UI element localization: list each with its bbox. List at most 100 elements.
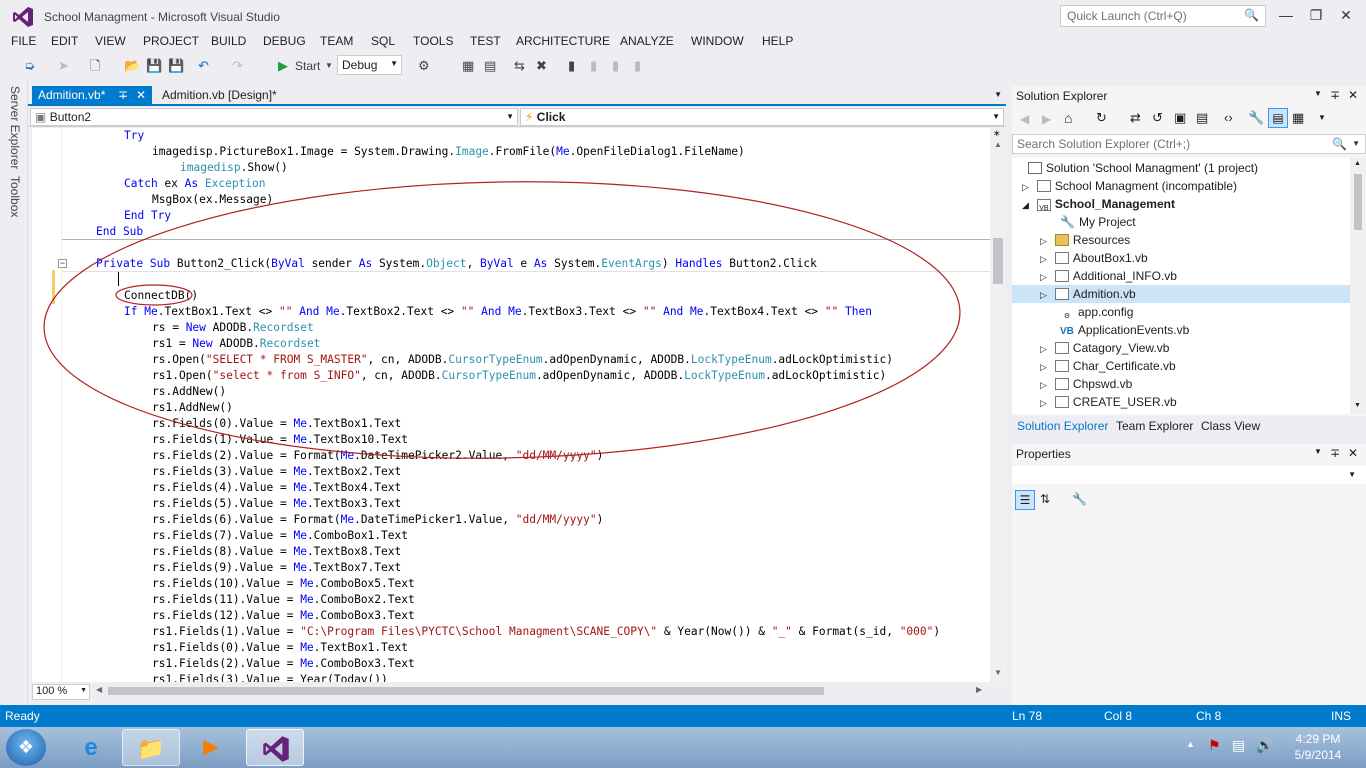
- categorized-icon[interactable]: ☰: [1015, 490, 1035, 510]
- menu-tools[interactable]: TOOLS: [413, 34, 453, 48]
- menu-edit[interactable]: EDIT: [51, 34, 78, 48]
- expand-arrow-icon[interactable]: ▷: [1040, 236, 1047, 246]
- visual-studio-taskbar-icon[interactable]: [246, 729, 304, 766]
- back-icon[interactable]: ◀: [1020, 112, 1029, 126]
- media-player-icon[interactable]: ▶: [182, 729, 240, 766]
- tab-team-explorer[interactable]: Team Explorer: [1116, 419, 1193, 433]
- start-icon[interactable]: ▶: [278, 57, 288, 75]
- network-icon[interactable]: ▤: [1232, 737, 1245, 754]
- tree-item-project[interactable]: ◢ VB School_Management: [1022, 195, 1175, 213]
- menu-file[interactable]: FILE: [11, 34, 36, 48]
- property-pages-icon[interactable]: 🔧: [1072, 492, 1087, 506]
- bookmark-icon[interactable]: ▮: [568, 57, 575, 75]
- collapse-arrow-icon[interactable]: ◢: [1022, 200, 1029, 210]
- refresh-icon[interactable]: ↺: [1152, 110, 1163, 126]
- zoom-select[interactable]: 100 % ▼: [32, 684, 90, 700]
- collapse-all-icon[interactable]: ▣: [1174, 110, 1186, 126]
- expand-arrow-icon[interactable]: ▷: [1040, 398, 1047, 408]
- tree-item-app-config[interactable]: ⚙ app.config: [1060, 303, 1133, 321]
- close-button[interactable]: ✕: [1332, 4, 1360, 26]
- menu-sql[interactable]: SQL: [371, 34, 395, 48]
- sync-icon[interactable]: ⇄: [1130, 110, 1141, 126]
- chevron-down-icon[interactable]: ▼: [1318, 113, 1326, 122]
- expand-arrow-icon[interactable]: ▷: [1022, 182, 1029, 192]
- internet-explorer-icon[interactable]: e: [62, 729, 120, 766]
- menu-analyze[interactable]: ANALYZE: [620, 34, 674, 48]
- menu-project[interactable]: PROJECT: [143, 34, 199, 48]
- object-dropdown[interactable]: ▣ Button2 ▼: [30, 108, 518, 126]
- tree-item-aboutbox[interactable]: ▷ AboutBox1.vb: [1040, 249, 1148, 267]
- tab-solution-explorer[interactable]: Solution Explorer: [1017, 419, 1108, 433]
- solution-configuration-select[interactable]: Debug ▼: [337, 55, 402, 75]
- show-hidden-icons-icon[interactable]: ▲: [1186, 739, 1195, 749]
- scroll-thumb[interactable]: [1354, 174, 1362, 230]
- tab-admition-code[interactable]: Admition.vb* ∓ ✕: [32, 86, 152, 106]
- breakpoint-icon[interactable]: ⇆: [514, 57, 525, 75]
- navigate-forward-icon[interactable]: ➤: [58, 57, 69, 75]
- start-orb-icon[interactable]: ❖: [6, 729, 46, 766]
- open-file-icon[interactable]: 📂: [124, 57, 140, 75]
- tree-item-catagory-view[interactable]: ▷ Catagory_View.vb: [1040, 339, 1169, 357]
- tree-item-chpswd[interactable]: ▷ Chpswd.vb: [1040, 375, 1132, 393]
- expand-arrow-icon[interactable]: ▷: [1040, 362, 1047, 372]
- minimize-button[interactable]: —: [1272, 4, 1300, 26]
- tree-item-resources[interactable]: ▷ Resources: [1040, 231, 1130, 249]
- tree-scrollbar[interactable]: ▲ ▼: [1350, 158, 1366, 414]
- tree-item-project-incompatible[interactable]: ▷ School Managment (incompatible): [1022, 177, 1237, 195]
- close-tab-icon[interactable]: ✕: [136, 88, 146, 102]
- menu-team[interactable]: TEAM: [320, 34, 353, 48]
- tree-item-char-certificate[interactable]: ▷ Char_Certificate.vb: [1040, 357, 1176, 375]
- tab-admition-design[interactable]: Admition.vb [Design]*: [158, 86, 281, 106]
- toggle-designer-icon[interactable]: ▦: [462, 57, 474, 75]
- redo-icon[interactable]: ↷: [232, 57, 243, 75]
- menu-test[interactable]: TEST: [470, 34, 501, 48]
- alphabetical-icon[interactable]: ⇅: [1040, 492, 1050, 506]
- view-code-icon[interactable]: ▤: [484, 57, 496, 75]
- tab-list-dropdown-icon[interactable]: ▼: [994, 90, 1002, 99]
- action-center-icon[interactable]: ⚑: [1208, 737, 1221, 754]
- pin-icon[interactable]: ∓: [118, 88, 128, 102]
- tab-class-view[interactable]: Class View: [1201, 419, 1260, 433]
- prev-bookmark-icon[interactable]: ▮: [590, 57, 597, 75]
- clear-bookmarks-icon[interactable]: ▮: [634, 57, 641, 75]
- server-explorer-tab[interactable]: Server Explorer: [8, 86, 22, 169]
- close-icon[interactable]: ✕: [1348, 446, 1358, 460]
- pin-icon[interactable]: ∓: [1330, 446, 1340, 460]
- menu-debug[interactable]: DEBUG: [263, 34, 306, 48]
- file-explorer-icon[interactable]: 📁: [122, 729, 180, 766]
- object-selector[interactable]: ▼: [1012, 466, 1366, 484]
- tree-item-my-project[interactable]: 🔧 My Project: [1060, 213, 1136, 231]
- menu-view[interactable]: VIEW: [95, 34, 126, 48]
- undo-icon[interactable]: ↶: [198, 57, 209, 75]
- home-icon[interactable]: ⌂: [1064, 110, 1072, 126]
- split-icon[interactable]: ∗: [993, 128, 1001, 139]
- scroll-up-icon[interactable]: ▲: [1354, 160, 1361, 167]
- scroll-left-icon[interactable]: ◀: [96, 685, 102, 694]
- next-bookmark-icon[interactable]: ▮: [612, 57, 619, 75]
- start-button[interactable]: Start: [295, 57, 320, 75]
- navigate-back-icon[interactable]: ➭: [24, 57, 35, 75]
- forward-icon[interactable]: ▶: [1042, 112, 1051, 126]
- properties-icon[interactable]: 🔧: [1248, 110, 1264, 126]
- pin-icon[interactable]: ∓: [1330, 88, 1340, 102]
- menu-architecture[interactable]: ARCHITECTURE: [516, 34, 610, 48]
- menu-window[interactable]: WINDOW: [691, 34, 744, 48]
- tree-item-additional-info[interactable]: ▷ Additional_INFO.vb: [1040, 267, 1177, 285]
- attach-icon[interactable]: ⚙: [418, 57, 430, 75]
- bookmark-clear-icon[interactable]: ✖: [536, 57, 547, 75]
- tree-item-admition[interactable]: ▷ Admition.vb: [1012, 285, 1350, 303]
- panel-menu-icon[interactable]: ▼: [1314, 447, 1322, 456]
- scroll-down-icon[interactable]: ▼: [1354, 402, 1361, 409]
- class-diagram-icon[interactable]: ▦: [1292, 110, 1304, 126]
- view-code-icon[interactable]: ‹›: [1224, 110, 1233, 125]
- event-dropdown[interactable]: ⚡ Click ▼: [520, 108, 1004, 126]
- panel-menu-icon[interactable]: ▼: [1314, 89, 1322, 98]
- editor-vertical-scrollbar[interactable]: ∗ ▲ ▼: [990, 128, 1006, 682]
- expand-arrow-icon[interactable]: ▷: [1040, 380, 1047, 390]
- show-all-files-icon[interactable]: ▤: [1196, 110, 1208, 126]
- save-icon[interactable]: 💾: [146, 57, 162, 75]
- tree-item-solution[interactable]: Solution 'School Managment' (1 project): [1028, 159, 1258, 177]
- volume-icon[interactable]: 🔊: [1256, 737, 1273, 754]
- save-all-icon[interactable]: 💾: [168, 57, 184, 75]
- scroll-thumb[interactable]: [993, 238, 1003, 284]
